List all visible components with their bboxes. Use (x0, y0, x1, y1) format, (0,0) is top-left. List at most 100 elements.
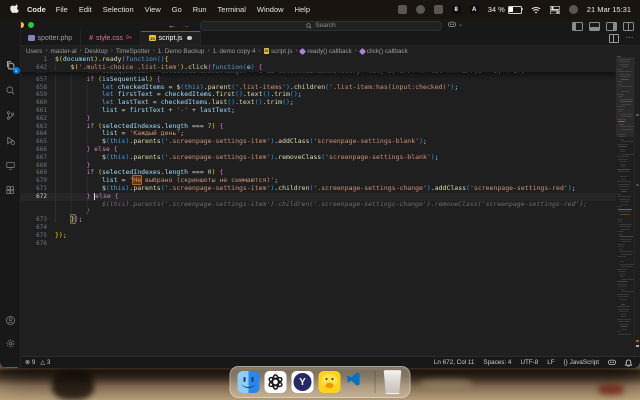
copilot-status-icon[interactable] (608, 359, 616, 366)
status-utf8[interactable]: UTF-8 (520, 359, 538, 366)
dock-separator (374, 371, 376, 393)
tab-script.js[interactable]: JS script.js (141, 31, 201, 45)
code-line: } (20, 207, 616, 216)
run-debug-icon[interactable] (5, 135, 16, 146)
control-center-icon[interactable] (549, 5, 560, 14)
apple-menu-icon[interactable] (10, 4, 19, 15)
chevron-down-icon: ⌄ (458, 22, 464, 28)
copilot-menu-button[interactable]: ⌄ (448, 21, 463, 28)
tab-spotter.php[interactable]: spotter.php (20, 31, 82, 45)
notifications-bell-icon[interactable] (625, 358, 632, 367)
nav-back-button[interactable]: ← (168, 21, 176, 30)
status-lf[interactable]: LF (547, 359, 554, 366)
toggle-panel-icon[interactable] (589, 21, 600, 31)
menubar-clock[interactable]: 21 Mar 15:31 (587, 5, 631, 14)
dock-trash-icon[interactable] (383, 370, 402, 394)
explorer-icon[interactable]: 1 (5, 60, 20, 74)
symbol-method-icon (299, 47, 307, 55)
ruler-mark (636, 184, 639, 186)
warnings-icon: △ (40, 360, 45, 366)
remote-explorer-icon[interactable] (5, 160, 16, 171)
menu-terminal[interactable]: Terminal (218, 5, 246, 14)
menu-extra-icon[interactable]: 8 (451, 5, 461, 14)
customize-layout-icon[interactable] (623, 21, 634, 31)
search-icon (306, 22, 312, 29)
ruler-mark (636, 340, 639, 342)
editor-tab-bar: spotter.php # style.css 9+ JS script.js ⋯ (0, 31, 640, 46)
code-editor[interactable]: 656 let isSequential = selectedIndexes.l… (20, 56, 616, 356)
dock-chatgpt-icon[interactable] (264, 371, 287, 393)
breadcrumb-item[interactable]: ready() callback (299, 47, 352, 55)
overview-ruler[interactable] (634, 56, 640, 356)
dock-finder-icon[interactable] (237, 371, 260, 393)
menu-extra-icon[interactable]: A (469, 5, 479, 14)
breadcrumb-item[interactable]: 1. demo copy 4 (212, 48, 255, 55)
editor-group: 1 657 if (isSequential) {658 let checke… (0, 20, 640, 367)
zoom-window-button[interactable] (28, 22, 34, 28)
breadcrumb-item[interactable]: TimeSpotter (116, 48, 150, 55)
source-control-icon[interactable] (5, 110, 16, 121)
user-menu-icon[interactable] (568, 5, 578, 14)
wallpaper-detail (52, 370, 94, 400)
split-editor-icon[interactable] (608, 33, 619, 43)
menu-file[interactable]: File (56, 5, 68, 14)
wifi-icon[interactable] (531, 6, 541, 14)
breadcrumb-separator: › (110, 48, 113, 54)
menu-selection[interactable]: Selection (103, 5, 134, 14)
breadcrumb-separator: › (79, 48, 82, 54)
dock-yandex-browser-icon[interactable]: Y (291, 371, 314, 393)
errors-icon: ⊗ (25, 360, 31, 366)
js-file-icon: JS (263, 48, 269, 54)
breadcrumb-item[interactable]: JS script.js (263, 48, 292, 55)
breadcrumb-item[interactable]: master-al (50, 48, 76, 55)
vscode-window: ← → Search ⌄ spotter.php # style.css 9+ JS sc… (0, 19, 640, 368)
status-spaces[interactable]: Spaces: 4 (483, 359, 511, 366)
window-titlebar[interactable]: ← → Search ⌄ (0, 19, 640, 31)
menu-help[interactable]: Help (295, 5, 310, 14)
breadcrumb-item[interactable]: 1. Demo Backup (158, 48, 205, 55)
menu-run[interactable]: Run (193, 5, 207, 14)
extensions-icon[interactable] (5, 185, 16, 196)
breadcrumb-item[interactable]: click() callback (358, 47, 408, 55)
tab-label: script.js (158, 34, 183, 42)
menu-app-name[interactable]: Code (27, 5, 46, 14)
js-file-icon: JS (149, 34, 156, 42)
tab-style.css[interactable]: # style.css 9+ (81, 31, 142, 45)
more-actions-icon[interactable]: ⋯ (626, 34, 635, 42)
accounts-icon[interactable] (5, 315, 16, 326)
status-ln[interactable]: Ln 672, Col 11 (434, 359, 475, 366)
menu-view[interactable]: View (145, 5, 161, 14)
unsaved-dot-icon[interactable] (187, 35, 192, 41)
menu-go[interactable]: Go (172, 5, 182, 14)
battery-percent: 34 % (487, 5, 505, 14)
breadcrumb[interactable]: Users › master-al › Desktop › TimeSpotter › 1. D… (0, 46, 640, 56)
status-[interactable]: {} JavaScript (564, 359, 599, 366)
menu-extra-icon[interactable] (397, 5, 407, 14)
menu-extra-icon[interactable] (415, 5, 425, 14)
menu-extra-icon[interactable] (433, 5, 443, 14)
command-center-search[interactable]: Search (200, 20, 442, 31)
search-placeholder: Search (315, 22, 336, 30)
nav-forward-button[interactable]: → (182, 21, 190, 30)
problems-indicator[interactable]: ⊗ 9 △ 3 (25, 359, 50, 367)
battery-indicator[interactable]: 34 % (487, 5, 524, 14)
wallpaper-detail (598, 384, 624, 395)
toggle-secondary-sidebar-icon[interactable] (606, 21, 617, 31)
toggle-sidebar-icon[interactable] (572, 21, 583, 31)
menu-window[interactable]: Window (257, 5, 284, 14)
dock-duck-icon[interactable] (318, 371, 341, 393)
breadcrumb-separator: › (207, 48, 210, 54)
tab-problem-badge: 9+ (125, 35, 133, 41)
settings-gear-icon[interactable] (5, 338, 16, 349)
search-icon[interactable] (5, 85, 16, 96)
breadcrumb-item[interactable]: Users (26, 48, 42, 55)
status-bar-right: Ln 672, Col 11 Spaces: 4 UTF-8 LF {} JavaScr… (434, 358, 640, 367)
dock-vscode-icon[interactable] (346, 371, 368, 393)
menu-edit[interactable]: Edit (79, 5, 92, 14)
breadcrumb-item[interactable]: Desktop (85, 48, 108, 55)
tab-label: spotter.php (37, 34, 73, 42)
ruler-mark (636, 345, 639, 347)
minimap-slider[interactable] (616, 57, 634, 137)
code-line: $(this).parents('.screenpage-settings-it… (20, 199, 616, 209)
minimap[interactable] (616, 56, 634, 356)
